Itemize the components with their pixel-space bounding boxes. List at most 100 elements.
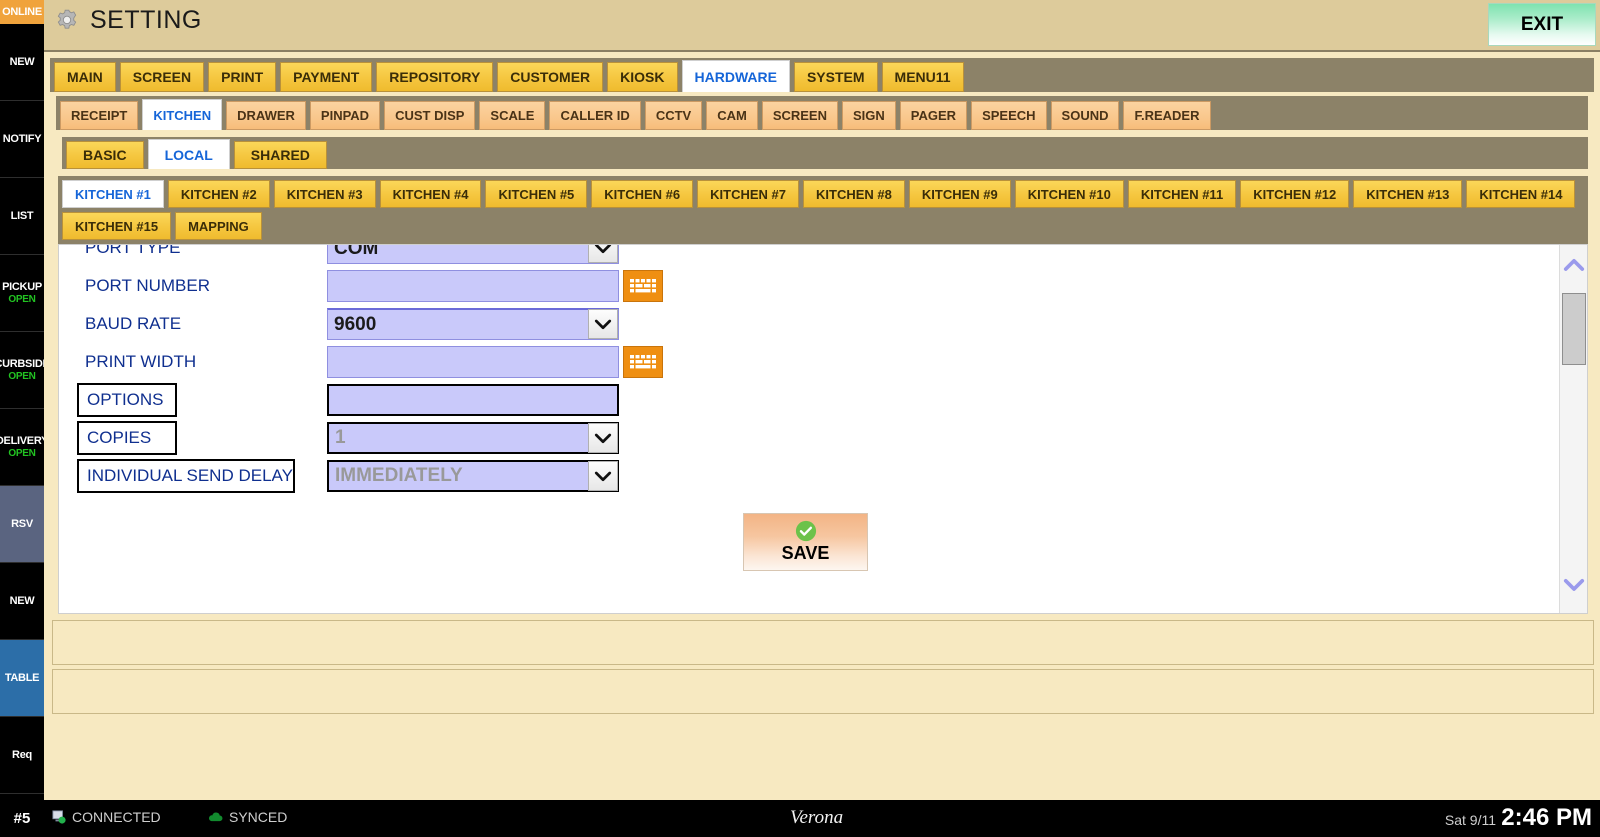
tab-label: SCREEN xyxy=(772,108,827,123)
sidebar-item-curbside-4[interactable]: CURBSIDEOPEN xyxy=(0,332,44,409)
chevron-down-icon[interactable] xyxy=(588,461,618,491)
tab-kiosk[interactable]: KIOSK xyxy=(607,62,678,92)
sidebar-item-rsv-6[interactable]: RSV xyxy=(0,486,44,563)
tab-menu11[interactable]: MENU11 xyxy=(881,62,964,92)
tab-kitchen-2[interactable]: KITCHEN #2 xyxy=(167,180,270,208)
tab-kitchen-12[interactable]: KITCHEN #12 xyxy=(1240,180,1350,208)
select-baud-rate[interactable]: 9600 xyxy=(327,308,619,340)
tab-label: KITCHEN #11 xyxy=(1140,186,1224,202)
settings-content-panel: PORT TYPE COM PORT NUMBER BAUD RATE 9600 PRIN… xyxy=(58,244,1588,614)
checkmark-icon xyxy=(795,520,816,542)
sidebar-item-label: DELIVERY xyxy=(0,435,44,447)
settings-frame: MAIN SCREEN PRINT PAYMENT REPOSITORY CUSTOMER… xyxy=(44,50,1600,800)
sidebar-item-notify-1[interactable]: NOTIFY xyxy=(0,101,44,178)
exit-button[interactable]: EXIT xyxy=(1488,3,1596,46)
tab-kitchen-4[interactable]: KITCHEN #4 xyxy=(379,180,482,208)
tab-kitchen-13[interactable]: KITCHEN #13 xyxy=(1353,180,1463,208)
tab-kitchen-14[interactable]: KITCHEN #14 xyxy=(1466,180,1576,208)
tab-cctv[interactable]: CCTV xyxy=(644,101,703,130)
scrollbar-thumb[interactable] xyxy=(1562,293,1586,365)
chevron-down-icon[interactable] xyxy=(588,245,618,263)
field-label-options[interactable]: OPTIONS xyxy=(77,383,177,417)
sidebar-item-table-8[interactable]: TABLE xyxy=(0,640,44,717)
tab-kitchen[interactable]: KITCHEN xyxy=(142,99,223,130)
chevron-down-icon[interactable] xyxy=(588,309,618,339)
tab-label: PRINT xyxy=(221,69,264,85)
tab-screen[interactable]: SCREEN xyxy=(119,62,205,92)
tab-sound[interactable]: SOUND xyxy=(1050,101,1120,130)
connection-status-label: CONNECTED xyxy=(72,809,161,825)
sidebar-item-list-2[interactable]: LIST xyxy=(0,178,44,255)
select-individual-send-delay[interactable]: IMMEDIATELY xyxy=(327,460,619,492)
tab-screen[interactable]: SCREEN xyxy=(761,101,838,130)
tab-hardware[interactable]: HARDWARE xyxy=(681,60,790,92)
chevron-down-icon[interactable] xyxy=(588,423,618,453)
tab-sign[interactable]: SIGN xyxy=(842,101,896,130)
tab-kitchen-5[interactable]: KITCHEN #5 xyxy=(485,180,588,208)
tab-kitchen-15[interactable]: KITCHEN #15 xyxy=(62,212,172,240)
field-label-print-width: PRINT WIDTH xyxy=(85,352,197,371)
tab-kitchen-7[interactable]: KITCHEN #7 xyxy=(697,180,800,208)
sidebar-item-new-7[interactable]: NEW xyxy=(0,563,44,640)
tab-kitchen-6[interactable]: KITCHEN #6 xyxy=(591,180,694,208)
tab-label: PAGER xyxy=(910,108,957,123)
tab-label: SPEECH xyxy=(982,108,1036,123)
tab-kitchen-3[interactable]: KITCHEN #3 xyxy=(273,180,376,208)
sidebar-item-label: NOTIFY xyxy=(2,133,42,145)
tab-pager[interactable]: PAGER xyxy=(899,101,968,130)
tab-drawer[interactable]: DRAWER xyxy=(226,101,306,130)
tab-label: SYSTEM xyxy=(806,69,865,85)
scroll-up-icon[interactable] xyxy=(1560,247,1587,281)
input-print-width[interactable] xyxy=(327,346,619,378)
tab-local[interactable]: LOCAL xyxy=(147,139,230,169)
tab-scale[interactable]: SCALE xyxy=(479,101,546,130)
input-port-number[interactable] xyxy=(327,270,619,302)
sidebar-item-substatus: OPEN xyxy=(8,294,36,305)
tab-receipt[interactable]: RECEIPT xyxy=(60,101,139,130)
vertical-scrollbar[interactable] xyxy=(1559,245,1587,613)
tab-kitchen-1[interactable]: KITCHEN #1 xyxy=(62,180,164,208)
field-label-port-number: PORT NUMBER xyxy=(85,276,211,295)
tab-kitchen-8[interactable]: KITCHEN #8 xyxy=(803,180,905,208)
tab-print[interactable]: PRINT xyxy=(208,62,277,92)
tab-system[interactable]: SYSTEM xyxy=(793,62,878,92)
select-copies[interactable]: 1 xyxy=(327,422,619,454)
select-port-type[interactable]: COM xyxy=(327,245,619,264)
save-button[interactable]: SAVE xyxy=(743,513,868,571)
tab-customer[interactable]: CUSTOMER xyxy=(497,62,604,92)
keyboard-icon-port-number[interactable] xyxy=(623,270,663,302)
tab-kitchen-11[interactable]: KITCHEN #11 xyxy=(1127,180,1237,208)
tab-cam[interactable]: CAM xyxy=(706,101,758,130)
tab-basic[interactable]: BASIC xyxy=(66,141,144,169)
sidebar-item-label: RSV xyxy=(11,518,33,530)
keyboard-icon-print-width[interactable] xyxy=(623,346,663,378)
sidebar-item-req-9[interactable]: Req xyxy=(0,717,44,794)
sidebar-item-delivery-5[interactable]: DELIVERYOPEN xyxy=(0,409,44,486)
tab-payment[interactable]: PAYMENT xyxy=(280,62,373,92)
tab-cust-disp[interactable]: CUST DISP xyxy=(384,101,476,130)
sidebar-item-new-0[interactable]: NEW xyxy=(0,24,44,101)
tab-caller-id[interactable]: CALLER ID xyxy=(549,101,641,130)
label-wrap: PORT NUMBER xyxy=(59,269,327,303)
page-title: SETTING xyxy=(90,6,202,34)
field-label-individual-send-delay[interactable]: INDIVIDUAL SEND DELAY xyxy=(77,459,295,493)
tab-kitchen-10[interactable]: KITCHEN #10 xyxy=(1014,180,1124,208)
status-time: 2:46 PM xyxy=(1501,804,1592,831)
tab-mapping[interactable]: MAPPING xyxy=(175,212,262,240)
lower-panel-secondary xyxy=(52,669,1594,714)
scroll-down-icon[interactable] xyxy=(1560,567,1587,601)
input-options[interactable] xyxy=(327,384,619,416)
kitchen-tab-bar: KITCHEN #1 KITCHEN #2 KITCHEN #3 KITCHEN #4… xyxy=(58,176,1588,244)
field-control-individual-send-delay: IMMEDIATELY xyxy=(327,460,619,492)
sidebar-item-pickup-3[interactable]: PICKUP OPEN xyxy=(0,255,44,332)
tab-speech[interactable]: SPEECH xyxy=(971,101,1047,130)
tab-repository[interactable]: REPOSITORY xyxy=(376,62,494,92)
tab-label: KITCHEN #9 xyxy=(921,186,998,202)
tab-f-reader[interactable]: F.READER xyxy=(1123,101,1211,130)
field-label-copies[interactable]: COPIES xyxy=(77,421,177,455)
tab-pinpad[interactable]: PINPAD xyxy=(309,101,381,130)
tab-shared[interactable]: SHARED xyxy=(233,141,327,169)
label-wrap: COPIES xyxy=(59,421,327,455)
tab-main[interactable]: MAIN xyxy=(54,62,116,92)
tab-kitchen-9[interactable]: KITCHEN #9 xyxy=(908,180,1011,208)
